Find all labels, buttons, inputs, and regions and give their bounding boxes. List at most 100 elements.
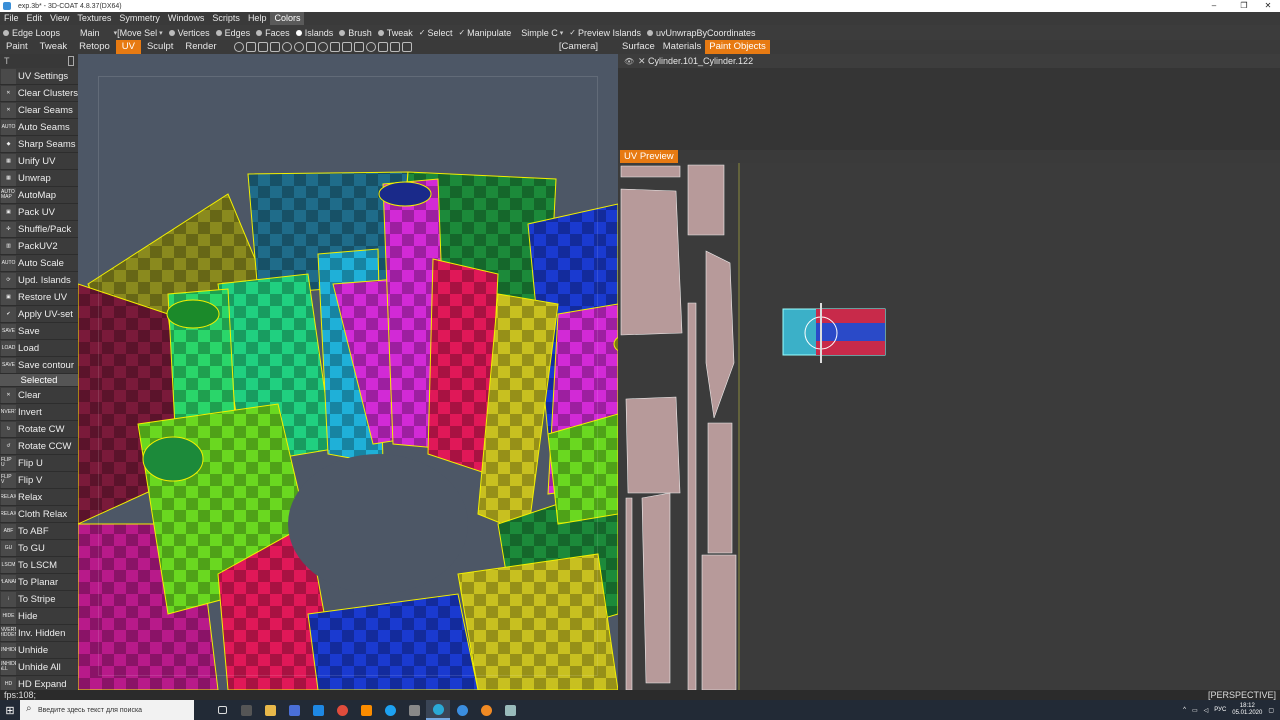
tool-button[interactable]: ✣ Shuffle/Pack <box>0 221 78 238</box>
script-option[interactable]: uvUnwrapByCoordinates <box>644 28 759 38</box>
tool-button[interactable]: RELAX Cloth Relax <box>0 506 78 523</box>
network-icon[interactable]: ▭ <box>1192 707 1198 714</box>
save-app-icon[interactable] <box>282 700 306 720</box>
tool-button[interactable]: ▥ PackUV2 <box>0 238 78 255</box>
calculator-icon[interactable] <box>234 700 258 720</box>
tab-paint[interactable]: Paint <box>0 40 34 54</box>
tool-button[interactable]: INVERT HIDDENInv. Hidden <box>0 625 78 642</box>
tray-arrow-icon[interactable]: ^ <box>1183 707 1186 713</box>
expand-icon[interactable] <box>389 42 400 52</box>
tool-button[interactable]: UNHIDEUnhide <box>0 642 78 659</box>
image-icon[interactable] <box>257 42 268 52</box>
menu-view[interactable]: View <box>46 12 73 25</box>
tool-button[interactable]: UV Settings <box>0 68 78 85</box>
grid-icon[interactable] <box>377 42 388 52</box>
tool-button[interactable]: ▣ Restore UV <box>0 289 78 306</box>
drop-icon[interactable] <box>281 42 292 52</box>
tool-button[interactable]: ✔ Apply UV-set <box>0 306 78 323</box>
tool-button[interactable]: RELAX Relax <box>0 489 78 506</box>
windows-start-icon[interactable]: ⊞ <box>0 700 20 720</box>
selected-uv-island[interactable] <box>782 303 886 363</box>
preview-islands-option[interactable]: ✓ Preview Islands <box>566 28 644 38</box>
select-option[interactable]: ✓ Select <box>416 28 456 38</box>
tab-paint-objects[interactable]: Paint Objects <box>705 40 770 54</box>
uv-island[interactable] <box>707 422 733 554</box>
shading-icon[interactable] <box>233 42 244 52</box>
no-icon[interactable] <box>365 42 376 52</box>
uv-island[interactable] <box>625 396 681 494</box>
uv-island[interactable] <box>625 497 633 690</box>
tool-button[interactable]: SAVE Save contour <box>0 357 78 374</box>
tool-button[interactable]: ▦ Unwrap <box>0 170 78 187</box>
tool-button[interactable]: FLIP V Flip V <box>0 472 78 489</box>
uv-preview-canvas[interactable] <box>618 163 1280 690</box>
menu-edit[interactable]: Edit <box>23 12 47 25</box>
notifications-icon[interactable]: ▢ <box>1268 707 1274 714</box>
tool-button[interactable]: ▦ Unify UV <box>0 153 78 170</box>
tool-button[interactable]: GU To GU <box>0 540 78 557</box>
tool-button[interactable]: ABF To ABF <box>0 523 78 540</box>
clock[interactable]: 18:12 05.01.2020 <box>1232 703 1262 717</box>
manipulate-option[interactable]: ✓ Manipulate <box>455 28 514 38</box>
tool-button[interactable]: ↺ Rotate CCW <box>0 438 78 455</box>
islands-option[interactable]: Islands <box>293 28 337 38</box>
tool-button[interactable]: LOAD Load <box>0 340 78 357</box>
vertices-option[interactable]: Vertices <box>166 28 213 38</box>
menu-windows[interactable]: Windows <box>164 12 209 25</box>
task-view-icon[interactable] <box>210 700 234 720</box>
simple-dropdown[interactable]: Simple C ▾ <box>518 28 566 38</box>
maximize-button[interactable]: ❐ <box>1232 0 1256 12</box>
uv-island[interactable] <box>705 250 735 419</box>
blender-icon[interactable] <box>474 700 498 720</box>
play-icon[interactable] <box>329 42 340 52</box>
3d-viewport[interactable] <box>78 54 618 690</box>
edge-loops-option[interactable]: Edge Loops <box>0 28 63 38</box>
uv-island[interactable] <box>620 165 681 178</box>
tool-button[interactable]: INVERTInvert <box>0 404 78 421</box>
tab-retopo[interactable]: Retopo <box>73 40 116 54</box>
tab-sculpt[interactable]: Sculpt <box>141 40 179 54</box>
app-icon[interactable] <box>402 700 426 720</box>
uv-island[interactable] <box>687 302 697 690</box>
tool-button[interactable]: ▣ Pack UV <box>0 204 78 221</box>
tool-button[interactable]: AUTO Auto Scale <box>0 255 78 272</box>
explorer-icon[interactable] <box>258 700 282 720</box>
edges-option[interactable]: Edges <box>213 28 254 38</box>
volume-icon[interactable]: ◁ <box>1204 707 1209 714</box>
tool-button[interactable]: ⟳ Upd. Islands <box>0 272 78 289</box>
language-indicator[interactable]: РУС <box>1214 707 1226 713</box>
menu-help[interactable]: Help <box>244 12 271 25</box>
ortho-icon[interactable] <box>401 42 412 52</box>
menu-file[interactable]: File <box>0 12 23 25</box>
tool-button[interactable]: UNHIDE ALLUnhide All <box>0 659 78 676</box>
tool-button[interactable]: AUTO MAP AutoMap <box>0 187 78 204</box>
brush-option[interactable]: Brush <box>336 28 375 38</box>
skype-icon[interactable] <box>378 700 402 720</box>
uv-island[interactable] <box>701 554 737 690</box>
app-icon[interactable] <box>450 700 474 720</box>
tool-button[interactable]: ⁝ To Stripe <box>0 591 78 608</box>
tool-button[interactable]: ◆ Sharp Seams <box>0 136 78 153</box>
close-button[interactable]: ✕ <box>1256 0 1280 12</box>
close-icon[interactable]: ✕ <box>638 56 648 67</box>
light-icon[interactable] <box>245 42 256 52</box>
zoom-icon[interactable] <box>317 42 328 52</box>
tool-button[interactable]: ↻ Rotate CW <box>0 421 78 438</box>
tool-button[interactable]: ✕ Clear Clusters <box>0 85 78 102</box>
menu-colors[interactable]: Colors <box>270 12 305 25</box>
sublime-icon[interactable] <box>354 700 378 720</box>
tool-button[interactable]: HIDE Hide <box>0 608 78 625</box>
tab-surface[interactable]: Surface <box>618 40 659 54</box>
rotate-icon[interactable] <box>293 42 304 52</box>
3d-app-icon[interactable] <box>306 700 330 720</box>
scroll-handle-icon[interactable] <box>68 56 74 66</box>
main-option[interactable]: Main <box>77 28 103 38</box>
tool-button[interactable]: SAVE Save <box>0 323 78 340</box>
uv-island[interactable] <box>641 492 671 684</box>
tab-tweak[interactable]: Tweak <box>34 40 73 54</box>
tab-uv[interactable]: UV <box>115 40 141 54</box>
tab-materials[interactable]: Materials <box>659 40 706 54</box>
menu-textures[interactable]: Textures <box>73 12 115 25</box>
fit-icon[interactable] <box>353 42 364 52</box>
menu-scripts[interactable]: Scripts <box>208 12 244 25</box>
